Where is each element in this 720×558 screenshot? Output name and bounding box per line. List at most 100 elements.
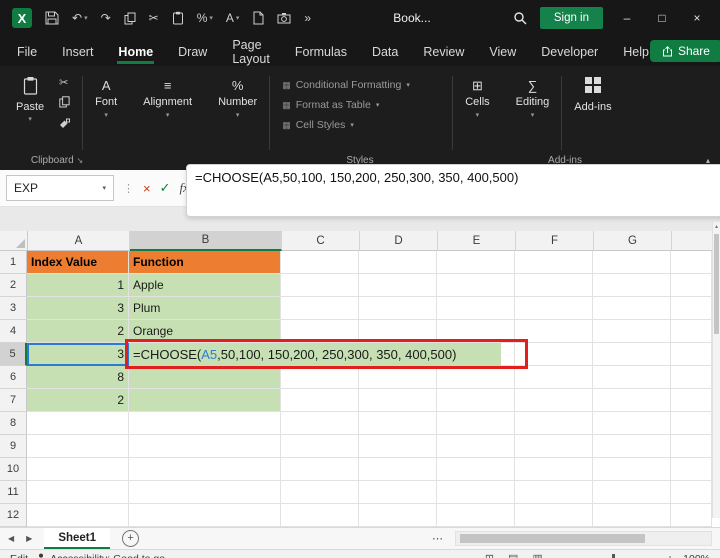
cell-G5[interactable]	[593, 343, 671, 366]
cell-F11[interactable]	[515, 481, 593, 504]
styles-item-cell-styles[interactable]: ▦ Cell Styles ▾	[282, 119, 440, 131]
cell-G12[interactable]	[593, 504, 671, 527]
cell-partial-r6[interactable]	[671, 366, 712, 389]
cell-F9[interactable]	[515, 435, 593, 458]
cell-D11[interactable]	[359, 481, 437, 504]
cell-A4[interactable]: 2	[27, 320, 129, 343]
alignment-group-button[interactable]: ≡ Alignment ▾	[143, 79, 192, 119]
row-header-1[interactable]: 1	[0, 251, 27, 274]
row-header-4[interactable]: 4	[0, 320, 27, 343]
column-header-F[interactable]: F	[516, 231, 594, 251]
cell-B7[interactable]	[129, 389, 281, 412]
cancel-icon[interactable]: ×	[143, 181, 151, 196]
clipboard-dialog-launcher-icon[interactable]: ↘	[76, 156, 83, 165]
minimize-button[interactable]: –	[616, 11, 638, 25]
cell-F7[interactable]	[515, 389, 593, 412]
cell-C10[interactable]	[281, 458, 359, 481]
cell-A11[interactable]	[27, 481, 129, 504]
add-sheet-button[interactable]: +	[122, 530, 140, 547]
zoom-out-button[interactable]: −	[551, 553, 557, 558]
cell-C4[interactable]	[281, 320, 359, 343]
sheet-more-icon[interactable]: ⋯	[432, 532, 443, 545]
page-icon[interactable]	[252, 11, 264, 25]
cell-D6[interactable]	[359, 366, 437, 389]
cell-G2[interactable]	[593, 274, 671, 297]
cut-icon[interactable]: ✂	[59, 78, 70, 89]
cell-G9[interactable]	[593, 435, 671, 458]
menu-tab-insert[interactable]: Insert	[61, 38, 94, 64]
cell-partial-r4[interactable]	[671, 320, 712, 343]
paste-icon[interactable]	[172, 11, 184, 25]
column-header-G[interactable]: G	[594, 231, 672, 251]
cell-B12[interactable]	[129, 504, 281, 527]
overflow-icon[interactable]: »	[304, 12, 311, 24]
cell-E7[interactable]	[437, 389, 515, 412]
cell-F3[interactable]	[515, 297, 593, 320]
cell-partial-r8[interactable]	[671, 412, 712, 435]
font-style-icon[interactable]: A ▾	[226, 12, 240, 24]
horizontal-scroll-thumb[interactable]	[460, 534, 645, 543]
row-header-6[interactable]: 6	[0, 366, 27, 389]
redo-icon[interactable]: ↷	[101, 12, 111, 24]
cell-G1[interactable]	[593, 251, 671, 274]
paste-button[interactable]: Paste ▾	[10, 74, 50, 133]
menu-tab-draw[interactable]: Draw	[177, 38, 208, 64]
cell-D1[interactable]	[359, 251, 437, 274]
cell-B3[interactable]: Plum	[129, 297, 281, 320]
share-button[interactable]: Share	[649, 40, 720, 62]
sheet-tab-sheet1[interactable]: Sheet1	[44, 528, 111, 549]
menu-tab-page-layout[interactable]: Page Layout	[231, 31, 271, 71]
cell-A7[interactable]: 2	[27, 389, 129, 412]
cell-E11[interactable]	[437, 481, 515, 504]
cell-A6[interactable]: 8	[27, 366, 129, 389]
cut-icon[interactable]: ✂	[149, 12, 159, 24]
cell-D12[interactable]	[359, 504, 437, 527]
cell-A3[interactable]: 3	[27, 297, 129, 320]
cell-E2[interactable]	[437, 274, 515, 297]
menu-tab-developer[interactable]: Developer	[540, 38, 599, 64]
cell-F1[interactable]	[515, 251, 593, 274]
styles-item-conditional-formatting[interactable]: ▦ Conditional Formatting ▾	[282, 79, 440, 91]
view-normal-icon[interactable]: ⊞	[485, 552, 494, 558]
column-header-partial[interactable]	[672, 231, 712, 251]
cell-D9[interactable]	[359, 435, 437, 458]
formula-input[interactable]: =CHOOSE(A5,50,100, 150,200, 250,300, 350…	[186, 164, 720, 217]
menu-tab-help[interactable]: Help	[622, 38, 650, 64]
cell-F2[interactable]	[515, 274, 593, 297]
cell-E6[interactable]	[437, 366, 515, 389]
menu-tab-view[interactable]: View	[488, 38, 517, 64]
view-page-break-icon[interactable]: ▥	[532, 552, 542, 558]
column-header-C[interactable]: C	[282, 231, 360, 251]
row-header-9[interactable]: 9	[0, 435, 27, 458]
row-header-12[interactable]: 12	[0, 504, 27, 527]
cell-C7[interactable]	[281, 389, 359, 412]
row-header-11[interactable]: 11	[0, 481, 27, 504]
number-group-button[interactable]: % Number ▾	[218, 79, 257, 119]
cell-D4[interactable]	[359, 320, 437, 343]
cell-B11[interactable]	[129, 481, 281, 504]
cell-A2[interactable]: 1	[27, 274, 129, 297]
add-ins-button[interactable]: Add-ins	[574, 74, 612, 113]
cell-E10[interactable]	[437, 458, 515, 481]
cell-B6[interactable]	[129, 366, 281, 389]
cell-partial-r9[interactable]	[671, 435, 712, 458]
select-all-corner[interactable]	[0, 231, 28, 251]
cell-B2[interactable]: Apple	[129, 274, 281, 297]
sign-in-button[interactable]: Sign in	[539, 7, 604, 29]
menu-tab-data[interactable]: Data	[371, 38, 399, 64]
zoom-in-button[interactable]: +	[667, 553, 673, 558]
maximize-button[interactable]: □	[651, 11, 673, 25]
cell-E12[interactable]	[437, 504, 515, 527]
cell-G11[interactable]	[593, 481, 671, 504]
cell-C9[interactable]	[281, 435, 359, 458]
search-icon[interactable]	[513, 11, 527, 25]
sheet-next-icon[interactable]: ▶	[26, 534, 32, 543]
cell-E1[interactable]	[437, 251, 515, 274]
zoom-slider-thumb[interactable]	[612, 553, 615, 558]
cell-partial-r3[interactable]	[671, 297, 712, 320]
cell-B4[interactable]: Orange	[129, 320, 281, 343]
column-header-D[interactable]: D	[360, 231, 438, 251]
excel-logo-icon[interactable]: X	[12, 8, 32, 28]
cell-D3[interactable]	[359, 297, 437, 320]
cell-E4[interactable]	[437, 320, 515, 343]
